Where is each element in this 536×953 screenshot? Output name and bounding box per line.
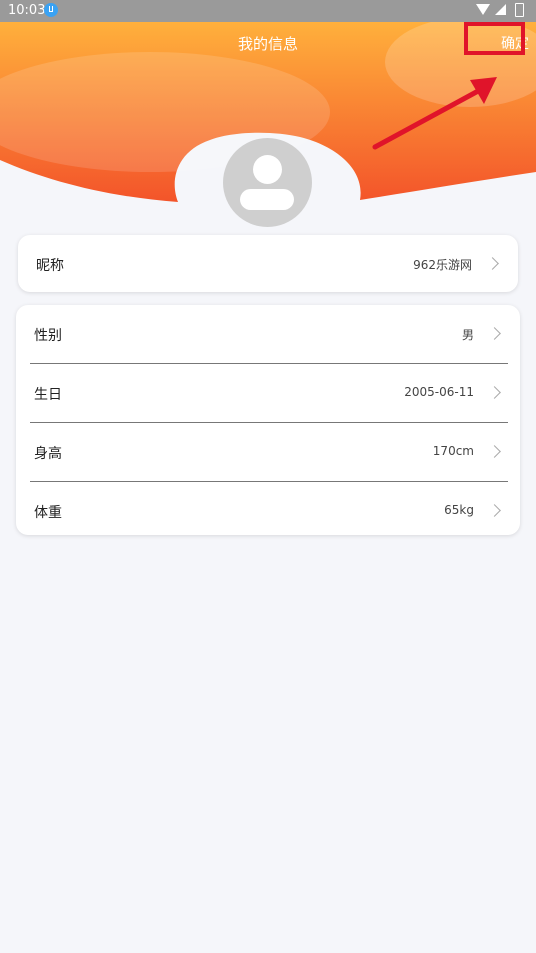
chevron-right-icon — [488, 504, 501, 517]
status-bar: 10:03 — [0, 0, 536, 22]
height-label: 身高 — [34, 446, 62, 462]
chevron-right-icon — [486, 257, 499, 270]
avatar-body-shape — [240, 189, 294, 210]
signal-icon — [495, 4, 506, 15]
birthday-row[interactable]: 生日 2005-06-11 — [16, 364, 520, 422]
chevron-right-icon — [488, 445, 501, 458]
height-row[interactable]: 身高 170cm — [16, 423, 520, 481]
avatar[interactable] — [223, 138, 312, 227]
birthday-label: 生日 — [34, 387, 62, 403]
nickname-label: 昵称 — [36, 258, 64, 274]
weight-row[interactable]: 体重 65kg — [16, 482, 520, 540]
nickname-row[interactable]: 昵称 962乐游网 — [18, 235, 518, 293]
gender-row[interactable]: 性别 男 — [16, 305, 520, 363]
wifi-icon — [476, 4, 490, 15]
nickname-card: 昵称 962乐游网 — [18, 235, 518, 292]
profile-card: 性别 男 生日 2005-06-11 身高 170cm 体重 65kg — [16, 305, 520, 535]
avatar-head-shape — [253, 155, 282, 184]
chevron-right-icon — [488, 327, 501, 340]
annotation-highlight-box — [464, 22, 525, 55]
gender-value: 男 — [461, 328, 474, 342]
weight-label: 体重 — [34, 505, 62, 521]
height-value: 170cm — [432, 444, 474, 458]
gender-label: 性别 — [34, 328, 62, 344]
birthday-value: 2005-06-11 — [404, 385, 474, 399]
weight-value: 65kg — [444, 503, 474, 517]
page-title: 我的信息 — [237, 35, 298, 53]
battery-icon — [515, 3, 524, 17]
chevron-right-icon — [488, 386, 501, 399]
status-time: 10:03 — [8, 3, 46, 18]
nickname-value: 962乐游网 — [413, 258, 472, 272]
download-icon — [44, 3, 58, 17]
